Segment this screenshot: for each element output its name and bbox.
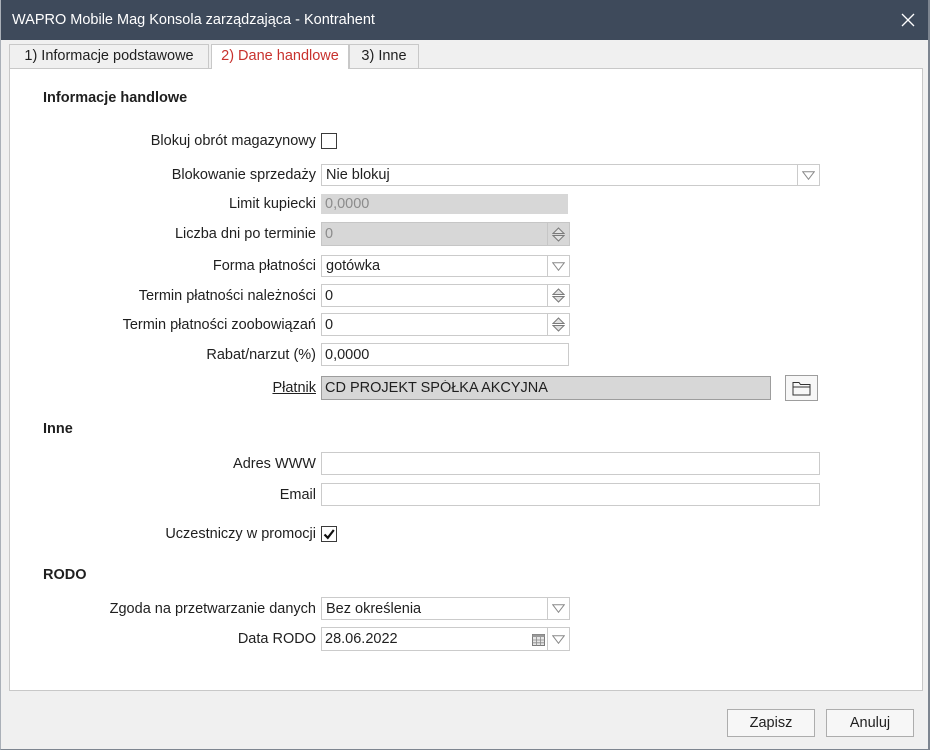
- row-blokuj-obrot: Blokuj obrót magazynowy: [10, 133, 922, 149]
- dropdown-zgoda-value: Bez określenia: [326, 600, 422, 617]
- dropdown-arrow-icon: [802, 170, 815, 180]
- calendar-icon: [532, 633, 545, 646]
- adres-www-input[interactable]: [322, 453, 819, 474]
- dropdown-blokowanie-sprzedazy[interactable]: Nie blokuj: [321, 164, 820, 186]
- label-forma-platnosci: Forma płatności: [212, 258, 316, 274]
- window-title: WAPRO Mobile Mag Konsola zarządzająca - …: [12, 12, 375, 28]
- checkmark-icon: [323, 529, 335, 540]
- tab-dane-handlowe[interactable]: 2) Dane handlowe: [211, 44, 349, 69]
- row-promocja: Uczestniczy w promocji: [10, 526, 922, 542]
- email-input[interactable]: [322, 484, 819, 505]
- close-icon: [901, 13, 915, 27]
- spinner-arrows-icon: [552, 226, 565, 242]
- liczba-dni-spinner: [321, 222, 570, 246]
- section-title-informacje-handlowe: Informacje handlowe: [43, 90, 188, 106]
- platnik-link[interactable]: Płatnik: [20, 376, 316, 400]
- dropdown-forma-platnosci-button[interactable]: [547, 256, 569, 276]
- termin-zobowiazan-input[interactable]: [322, 314, 547, 335]
- row-rabat: Rabat/narzut (%): [10, 343, 922, 366]
- termin-naleznosci-spinner: [321, 284, 570, 307]
- row-termin-naleznosci: Termin płatności należności: [10, 284, 922, 307]
- dropdown-blokowanie-sprzedazy-button[interactable]: [797, 165, 819, 185]
- label-blokowanie-sprzedazy: Blokowanie sprzedaży: [171, 167, 316, 183]
- dialog-window: WAPRO Mobile Mag Konsola zarządzająca - …: [0, 0, 930, 750]
- limit-kupiecki-field: [321, 194, 568, 214]
- liczba-dni-spin-button: [547, 223, 569, 245]
- termin-naleznosci-input[interactable]: [322, 285, 547, 306]
- spinner-arrows-icon: [552, 288, 565, 303]
- dropdown-zgoda[interactable]: Bez określenia: [321, 597, 570, 620]
- data-rodo-dropdown-button[interactable]: [547, 628, 569, 650]
- row-platnik: Płatnik: [10, 375, 922, 401]
- data-rodo-input[interactable]: [322, 628, 530, 650]
- dropdown-forma-platnosci[interactable]: gotówka: [321, 255, 570, 277]
- platnik-browse-button[interactable]: [785, 375, 818, 401]
- tab-panel-dane-handlowe: Informacje handlowe Blokuj obrót magazyn…: [9, 68, 923, 691]
- rabat-input[interactable]: [322, 344, 568, 365]
- section-title-rodo: RODO: [43, 567, 87, 583]
- termin-naleznosci-spin-button[interactable]: [547, 285, 569, 306]
- dropdown-arrow-icon: [552, 634, 565, 644]
- row-adres-www: Adres WWW: [10, 452, 922, 475]
- platnik-input: [322, 377, 770, 399]
- dropdown-arrow-icon: [552, 261, 565, 271]
- label-blokuj-obrot: Blokuj obrót magazynowy: [150, 133, 316, 149]
- label-rabat: Rabat/narzut (%): [206, 346, 316, 363]
- title-bar: WAPRO Mobile Mag Konsola zarządzająca - …: [1, 0, 928, 40]
- label-termin-naleznosci: Termin płatności należności: [138, 287, 316, 304]
- rabat-field: [321, 343, 569, 366]
- label-data-rodo: Data RODO: [237, 631, 316, 647]
- checkbox-promocja[interactable]: [321, 526, 337, 542]
- dropdown-arrow-icon: [552, 604, 565, 613]
- section-title-inne: Inne: [43, 421, 73, 437]
- platnik-field: [321, 376, 771, 400]
- row-email: Email: [10, 483, 922, 506]
- row-termin-zobowiazan: Termin płatności zoobowiązań: [10, 313, 922, 336]
- limit-kupiecki-input: [322, 195, 567, 213]
- row-forma-platnosci: Forma płatności gotówka: [10, 255, 922, 277]
- save-button[interactable]: Zapisz: [727, 709, 815, 737]
- label-zgoda: Zgoda na przetwarzanie danych: [109, 600, 316, 617]
- spinner-arrows-icon: [552, 317, 565, 332]
- label-liczba-dni: Liczba dni po terminie: [174, 226, 316, 242]
- label-adres-www: Adres WWW: [233, 455, 316, 472]
- label-promocja: Uczestniczy w promocji: [165, 526, 316, 542]
- folder-icon: [792, 381, 811, 395]
- data-rodo-date-picker: [321, 627, 570, 651]
- close-button[interactable]: [898, 10, 918, 30]
- label-email: Email: [279, 486, 316, 503]
- data-rodo-calendar-button[interactable]: [530, 628, 547, 650]
- row-limit-kupiecki: Limit kupiecki: [10, 194, 922, 214]
- row-zgoda: Zgoda na przetwarzanie danych Bez określ…: [10, 597, 922, 620]
- liczba-dni-input: [322, 223, 547, 245]
- termin-zobowiazan-spin-button[interactable]: [547, 314, 569, 335]
- dropdown-zgoda-button[interactable]: [547, 598, 569, 619]
- dropdown-blokowanie-sprzedazy-value: Nie blokuj: [326, 167, 390, 183]
- row-data-rodo: Data RODO: [10, 627, 922, 651]
- checkbox-blokuj-obrot[interactable]: [321, 133, 337, 149]
- label-limit-kupiecki: Limit kupiecki: [228, 196, 316, 212]
- row-blokowanie-sprzedazy: Blokowanie sprzedaży Nie blokuj: [10, 164, 922, 186]
- row-liczba-dni: Liczba dni po terminie: [10, 222, 922, 246]
- tab-informacje-podstawowe[interactable]: 1) Informacje podstawowe: [9, 44, 209, 68]
- cancel-button[interactable]: Anuluj: [826, 709, 914, 737]
- tab-inne[interactable]: 3) Inne: [349, 44, 419, 68]
- email-field: [321, 483, 820, 506]
- adres-www-field: [321, 452, 820, 475]
- label-termin-zobowiazan: Termin płatności zoobowiązań: [122, 316, 316, 333]
- termin-zobowiazan-spinner: [321, 313, 570, 336]
- dropdown-forma-platnosci-value: gotówka: [326, 258, 381, 274]
